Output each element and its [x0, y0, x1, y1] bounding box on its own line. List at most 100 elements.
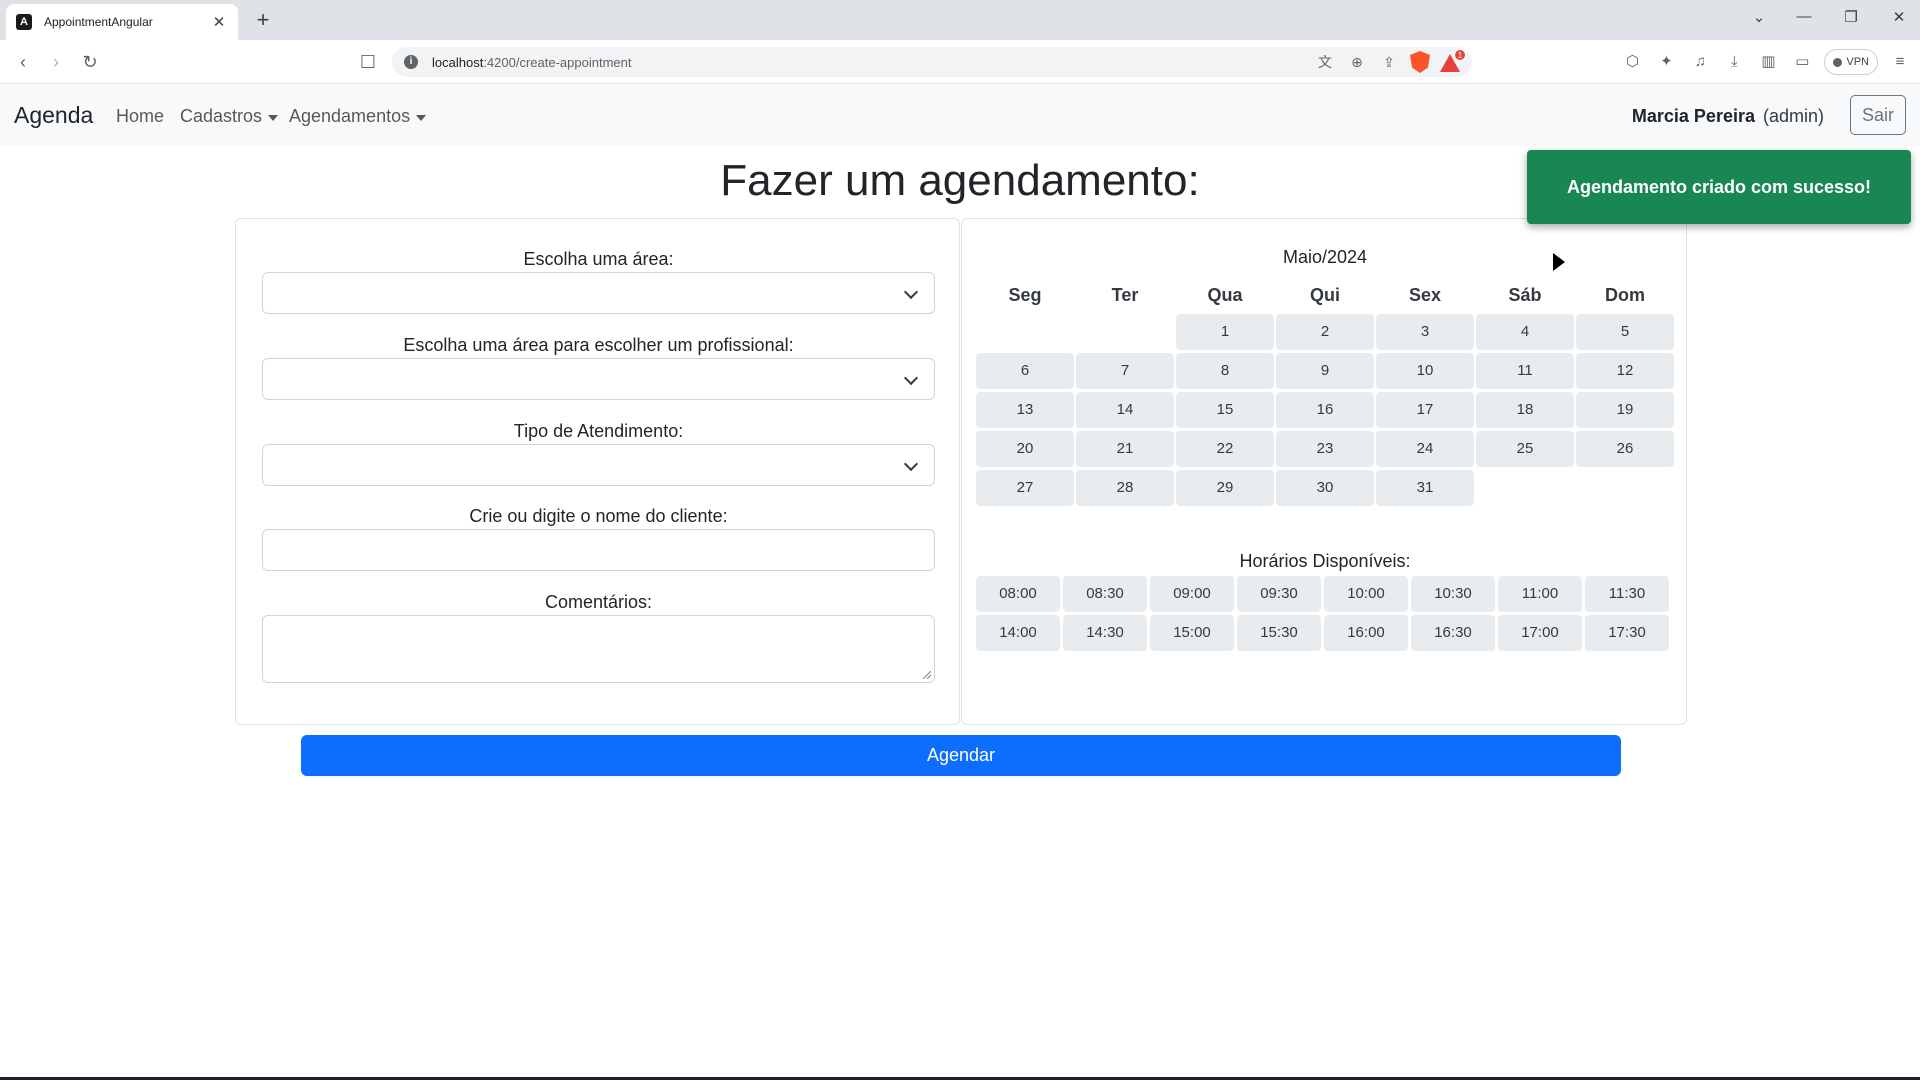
new-tab-icon[interactable]: + [250, 7, 276, 33]
menu-icon[interactable]: ≡ [1888, 50, 1912, 74]
comments-label: Comentários: [544, 592, 653, 612]
calendar-day[interactable]: 16 [1276, 392, 1374, 428]
vpn-button[interactable]: VPN [1824, 49, 1878, 75]
time-slot-button[interactable]: 11:00 [1498, 576, 1582, 612]
nav-cadastros-dropdown[interactable]: Cadastros [180, 106, 279, 127]
calendar-day[interactable]: 12 [1576, 353, 1674, 389]
tab-title: AppointmentAngular [44, 15, 153, 29]
professional-select[interactable] [262, 358, 935, 400]
sidebar-icon[interactable]: ▥ [1756, 50, 1780, 74]
time-slot-button[interactable]: 14:00 [976, 615, 1060, 651]
calendar-day[interactable]: 13 [976, 392, 1074, 428]
calendar-day[interactable]: 19 [1576, 392, 1674, 428]
time-slot-button[interactable]: 17:30 [1585, 615, 1669, 651]
calendar-panel: Maio/2024 Seg Ter Qua Qui Sex Sáb Dom 1 2 3 4 5 6 7 8 9… [961, 218, 1687, 725]
calendar-day[interactable]: 20 [976, 431, 1074, 467]
browser-tab[interactable]: A AppointmentAngular ✕ [6, 4, 238, 40]
minimize-icon[interactable]: — [1791, 8, 1817, 25]
download-icon[interactable]: ⤓ [1722, 50, 1746, 74]
appointment-form-panel: Escolha uma área: Escolha uma área para … [235, 218, 960, 725]
calendar-day[interactable]: 25 [1476, 431, 1574, 467]
nav-home-label: Home [116, 106, 165, 126]
time-slot-button[interactable]: 16:00 [1324, 615, 1408, 651]
time-slot-button[interactable]: 15:30 [1237, 615, 1321, 651]
leo-icon[interactable]: ✦ [1654, 50, 1678, 74]
resize-handle-icon[interactable] [923, 671, 931, 679]
time-slot-button[interactable]: 15:00 [1150, 615, 1234, 651]
site-info-icon[interactable]: i [404, 55, 418, 69]
service-type-label: Tipo de Atendimento: [513, 421, 684, 441]
close-window-icon[interactable]: ✕ [1886, 8, 1912, 26]
calendar-day[interactable]: 18 [1476, 392, 1574, 428]
nav-agendamentos-dropdown[interactable]: Agendamentos [289, 106, 427, 127]
brand-link[interactable]: Agenda [14, 102, 93, 129]
area-select[interactable] [262, 272, 935, 314]
calendar-day[interactable]: 5 [1576, 314, 1674, 350]
share-icon[interactable]: ⇪ [1378, 51, 1400, 73]
nav-home[interactable]: Home [116, 106, 164, 127]
wallet-icon[interactable]: ▭ [1790, 50, 1814, 74]
calendar-day[interactable]: 23 [1276, 431, 1374, 467]
calendar-day[interactable]: 7 [1076, 353, 1174, 389]
calendar-day[interactable]: 14 [1076, 392, 1174, 428]
address-bar[interactable]: i localhost :4200/create-appointment 文 ⊕… [392, 47, 1472, 77]
calendar-day[interactable]: 3 [1376, 314, 1474, 350]
calendar-day[interactable]: 21 [1076, 431, 1174, 467]
reload-icon[interactable]: ↻ [77, 49, 103, 75]
brave-rewards-icon[interactable]: 1 [1440, 49, 1466, 72]
time-slot-button[interactable]: 11:30 [1585, 576, 1669, 612]
client-name-input[interactable] [262, 529, 935, 571]
time-slot-button[interactable]: 10:30 [1411, 576, 1495, 612]
calendar-day[interactable]: 27 [976, 470, 1074, 506]
calendar-day[interactable]: 22 [1176, 431, 1274, 467]
time-slot-button[interactable]: 17:00 [1498, 615, 1582, 651]
bookmark-icon[interactable]: ☐ [355, 49, 381, 75]
calendar-day[interactable]: 11 [1476, 353, 1574, 389]
calendar-day[interactable]: 8 [1176, 353, 1274, 389]
time-slot-button[interactable]: 16:30 [1411, 615, 1495, 651]
time-slot-button[interactable]: 14:30 [1063, 615, 1147, 651]
brave-shields-icon[interactable] [1410, 51, 1430, 73]
schedule-button[interactable]: Agendar [301, 735, 1621, 776]
service-type-select[interactable] [262, 444, 935, 486]
next-month-icon[interactable] [1553, 253, 1565, 271]
calendar-day[interactable]: 31 [1376, 470, 1474, 506]
weekday-header: Qua [1207, 285, 1243, 305]
user-role: (admin) [1762, 106, 1824, 126]
comments-textarea[interactable] [262, 615, 935, 683]
calendar-day[interactable]: 29 [1176, 470, 1274, 506]
close-icon[interactable]: ✕ [210, 13, 228, 31]
time-slot-button[interactable]: 09:00 [1150, 576, 1234, 612]
logout-button[interactable]: Sair [1850, 95, 1906, 135]
calendar-day[interactable]: 17 [1376, 392, 1474, 428]
restore-icon[interactable]: ❐ [1838, 8, 1864, 26]
media-icon[interactable]: ♫ [1688, 50, 1712, 74]
chevron-down-icon [903, 370, 919, 386]
calendar-month-label: Maio/2024 [1282, 247, 1368, 267]
extensions-icon[interactable]: ⬡ [1620, 50, 1644, 74]
calendar-day[interactable]: 10 [1376, 353, 1474, 389]
calendar-day[interactable]: 28 [1076, 470, 1174, 506]
time-slot-button[interactable]: 08:00 [976, 576, 1060, 612]
zoom-icon[interactable]: ⊕ [1346, 51, 1368, 73]
back-icon[interactable]: ‹ [10, 49, 36, 75]
calendar-day[interactable]: 1 [1176, 314, 1274, 350]
calendar-day[interactable]: 6 [976, 353, 1074, 389]
calendar-day[interactable]: 9 [1276, 353, 1374, 389]
tab-search-icon[interactable]: ⌄ [1746, 8, 1772, 26]
translate-icon[interactable]: 文 [1314, 51, 1336, 73]
notification-badge: 1 [1454, 49, 1466, 61]
url-host: localhost [432, 54, 484, 70]
calendar-day[interactable]: 4 [1476, 314, 1574, 350]
calendar-day[interactable]: 26 [1576, 431, 1674, 467]
time-slot-button[interactable]: 09:30 [1237, 576, 1321, 612]
calendar-day[interactable]: 24 [1376, 431, 1474, 467]
calendar-day[interactable]: 30 [1276, 470, 1374, 506]
calendar-empty-cell [1076, 314, 1174, 350]
forward-icon[interactable]: › [43, 49, 69, 75]
nav-cadastros-label: Cadastros [180, 106, 263, 126]
calendar-day[interactable]: 15 [1176, 392, 1274, 428]
time-slot-button[interactable]: 10:00 [1324, 576, 1408, 612]
time-slot-button[interactable]: 08:30 [1063, 576, 1147, 612]
calendar-day[interactable]: 2 [1276, 314, 1374, 350]
